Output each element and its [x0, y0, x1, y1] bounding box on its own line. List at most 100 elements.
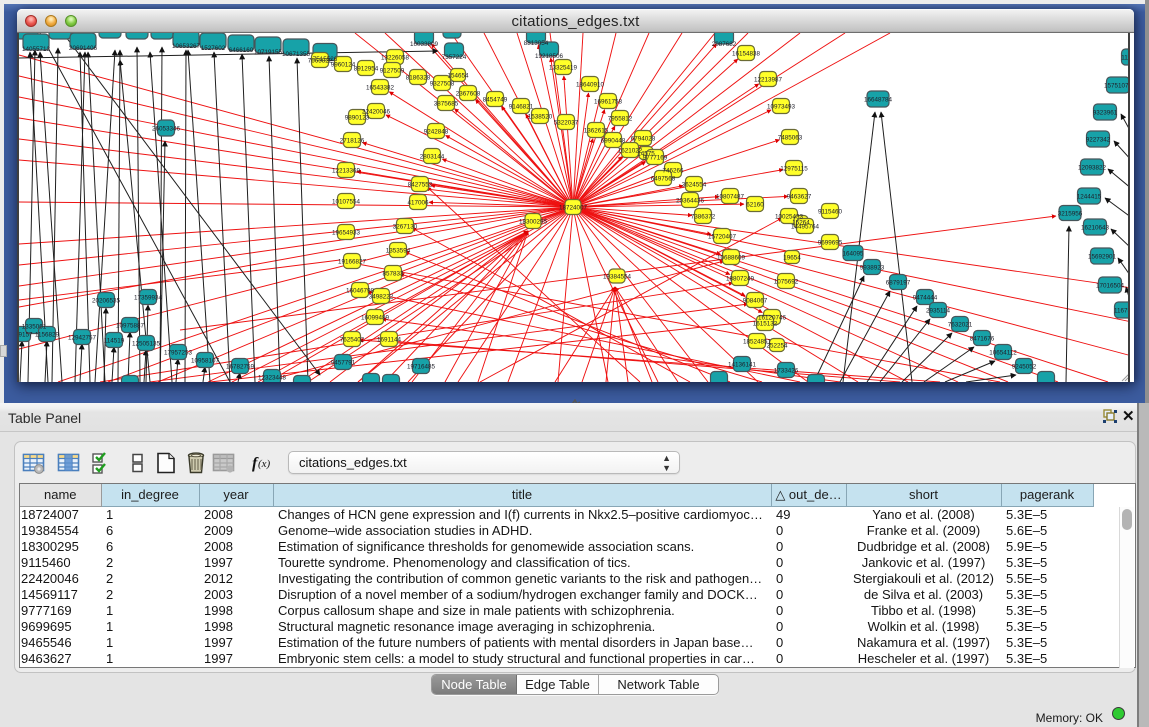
svg-text:8471676: 8471676	[970, 336, 995, 343]
svg-text:19384554: 19384554	[603, 274, 632, 281]
svg-text:6879197: 6879197	[886, 280, 911, 287]
svg-text:18300295: 18300295	[519, 219, 548, 226]
svg-text:7632021: 7632021	[948, 322, 973, 329]
svg-text:10107554: 10107554	[332, 199, 361, 206]
svg-text:939157: 939157	[19, 332, 33, 339]
svg-text:14055712: 14055712	[22, 46, 51, 53]
svg-text:1538520: 1538520	[528, 114, 553, 121]
svg-text:154654: 154654	[447, 73, 469, 80]
svg-text:19218506: 19218506	[535, 53, 564, 60]
svg-text:9938923: 9938923	[860, 265, 885, 272]
svg-text:10719155: 10719155	[254, 49, 283, 56]
svg-text:9457791: 9457791	[331, 360, 356, 367]
svg-text:12942757: 12942757	[68, 335, 97, 342]
svg-text:10654112: 10654112	[989, 350, 1017, 357]
svg-text:252254: 252254	[766, 343, 788, 350]
svg-text:417006: 417006	[407, 200, 429, 207]
svg-text:746266: 746266	[662, 168, 684, 175]
svg-text:12093822: 12093822	[1078, 165, 1107, 172]
svg-text:8186328: 8186328	[406, 75, 431, 82]
svg-text:19654: 19654	[783, 255, 801, 262]
svg-text:15751074: 15751074	[1104, 83, 1130, 90]
svg-text:14495764: 14495764	[791, 224, 820, 231]
svg-text:16782759: 16782759	[226, 364, 255, 371]
svg-text:7663822: 7663822	[308, 58, 333, 65]
svg-text:1691144: 1691144	[377, 337, 402, 344]
svg-text:10688609: 10688609	[717, 255, 746, 262]
svg-text:16210643: 16210643	[1081, 225, 1110, 232]
svg-text:9242848: 9242848	[424, 129, 449, 136]
svg-text:164095: 164095	[842, 251, 864, 258]
svg-text:16961758: 16961758	[594, 99, 623, 106]
svg-text:12213987: 12213987	[754, 77, 783, 84]
svg-text:20206535: 20206535	[92, 298, 121, 305]
svg-text:857833: 857833	[382, 271, 404, 278]
svg-text:18807249: 18807249	[726, 276, 755, 283]
svg-text:1615132: 1615132	[753, 321, 778, 328]
svg-text:7357224: 7357224	[442, 54, 467, 61]
svg-text:8454749: 8454749	[483, 97, 508, 104]
svg-text:1527602: 1527602	[201, 45, 226, 52]
svg-text:9777169: 9777169	[643, 155, 668, 162]
svg-text:3875685: 3875685	[434, 101, 459, 108]
svg-text:12213369: 12213369	[332, 168, 361, 175]
svg-text:2087682: 2087682	[712, 41, 737, 48]
svg-text:10807487: 10807487	[716, 194, 745, 201]
svg-text:13325419: 13325419	[549, 65, 578, 72]
svg-text:9127509: 9127509	[380, 68, 405, 75]
svg-text:1244415: 1244415	[1077, 194, 1102, 201]
svg-text:1117104: 1117104	[1121, 55, 1130, 62]
svg-text:9084067: 9084067	[743, 298, 768, 305]
svg-text:3215956: 3215956	[1058, 211, 1083, 218]
svg-text:114519: 114519	[104, 338, 125, 345]
svg-text:16154838: 16154838	[732, 51, 761, 58]
svg-text:9699695: 9699695	[818, 240, 843, 247]
svg-text:9474444: 9474444	[913, 295, 938, 302]
svg-text:5322037: 5322037	[554, 120, 579, 127]
svg-text:6794028: 6794028	[631, 136, 656, 143]
svg-text:15692901: 15692901	[1088, 254, 1117, 261]
svg-text:13226058: 13226058	[381, 55, 410, 62]
svg-text:1156829: 1156829	[35, 332, 60, 339]
svg-text:15720407: 15720407	[708, 234, 737, 241]
svg-text:10975887: 10975887	[116, 323, 145, 330]
svg-text:9890123: 9890123	[345, 115, 370, 122]
svg-text:17016504: 17016504	[1096, 283, 1125, 290]
svg-text:7386372: 7386372	[691, 214, 716, 221]
svg-text:10973493: 10973493	[767, 104, 796, 111]
svg-text:19654933: 19654933	[332, 230, 361, 237]
svg-text:6990448: 6990448	[601, 138, 626, 145]
svg-text:3267130: 3267130	[393, 224, 418, 231]
svg-text:17957253: 17957253	[164, 350, 193, 357]
svg-text:8813054: 8813054	[524, 40, 549, 47]
svg-text:26053346: 26053346	[152, 126, 181, 133]
svg-text:16033809: 16033809	[410, 41, 439, 48]
svg-text:7485063: 7485063	[778, 135, 803, 142]
svg-text:19166827: 19166827	[338, 259, 367, 266]
svg-text:6497568: 6497568	[651, 176, 676, 183]
svg-text:20691406: 20691406	[69, 45, 98, 52]
svg-text:9115460: 9115460	[818, 209, 843, 216]
svg-text:3498222: 3498222	[369, 294, 394, 301]
svg-text:9323961: 9323961	[1093, 110, 1118, 117]
svg-text:9245052: 9245052	[1012, 364, 1037, 371]
svg-text:1335061: 1335061	[22, 324, 47, 331]
svg-text:18640910: 18640910	[576, 82, 605, 89]
svg-text:10958107: 10958107	[191, 358, 220, 365]
svg-text:19716485: 19716485	[407, 364, 436, 371]
svg-text:7955812: 7955812	[608, 116, 633, 123]
svg-text:1167533: 1167533	[1114, 308, 1130, 315]
svg-text:12975115: 12975115	[780, 166, 808, 173]
svg-text:20364436: 20364436	[676, 198, 705, 205]
svg-text:9327508: 9327508	[430, 81, 455, 88]
svg-text:18724007: 18724007	[559, 205, 588, 212]
svg-text:6466160: 6466160	[229, 47, 254, 54]
svg-text:3624554: 3624554	[682, 182, 707, 189]
svg-text:1353594: 1353594	[386, 248, 411, 255]
svg-text:(x): (x)	[258, 458, 271, 470]
svg-text:16099489: 16099489	[361, 315, 390, 322]
svg-text:9146821: 9146821	[509, 104, 534, 111]
svg-text:8427552: 8427552	[408, 182, 433, 189]
svg-text:8912954: 8912954	[354, 66, 379, 73]
svg-text:9463627: 9463627	[787, 194, 812, 201]
